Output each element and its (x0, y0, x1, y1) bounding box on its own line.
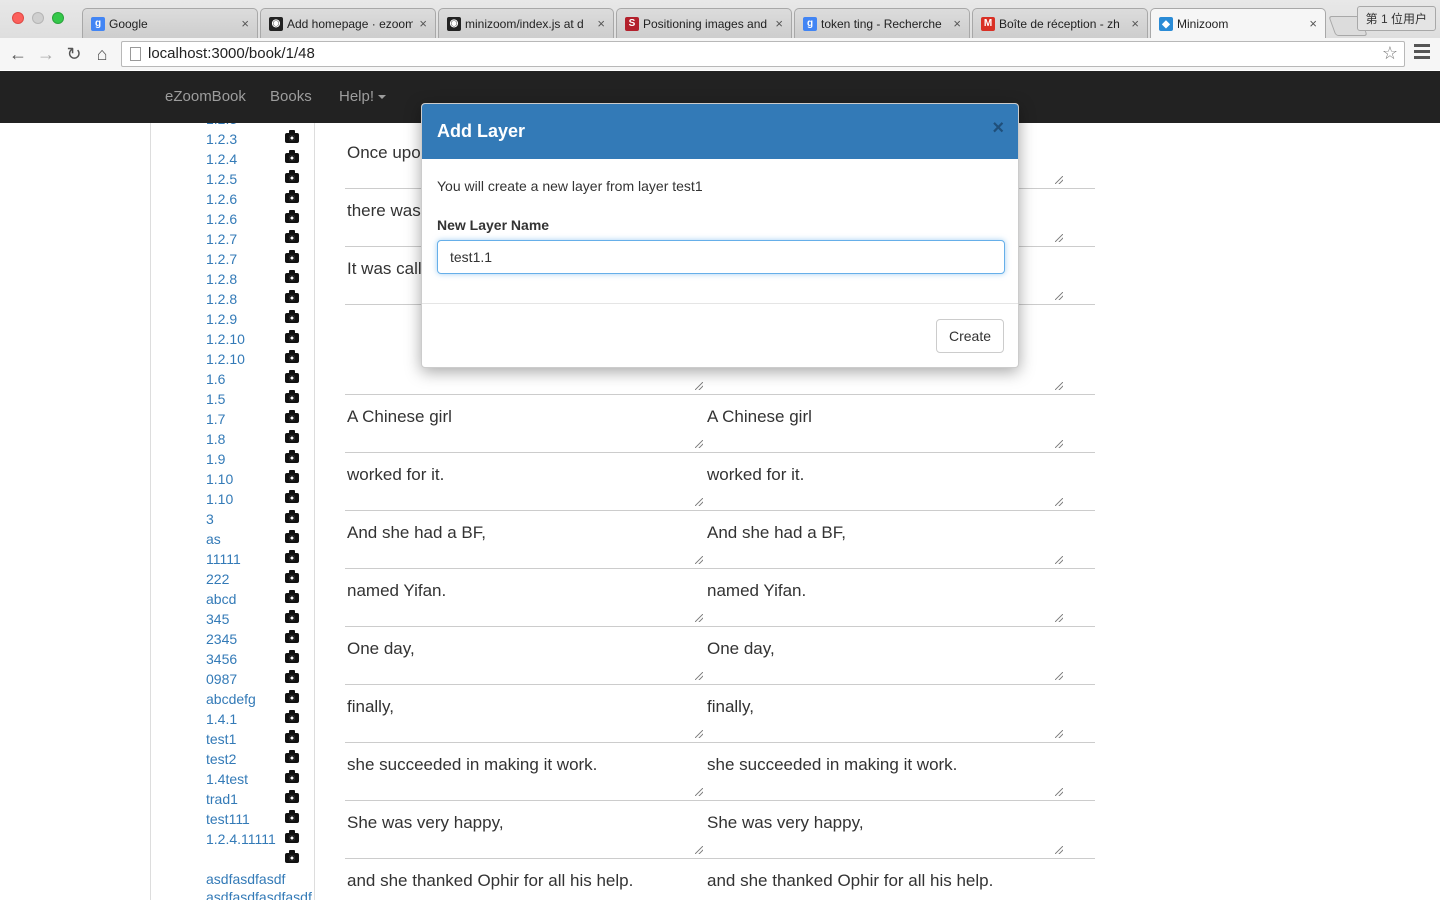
minizoom-favicon-icon: ◆ (1159, 17, 1173, 31)
tab-close-icon[interactable]: × (775, 16, 783, 31)
modal-footer: Create (422, 304, 1018, 367)
nav-help-dropdown[interactable]: Help! (339, 88, 387, 105)
chrome-menu-icon[interactable] (1414, 44, 1430, 62)
brand-link[interactable]: eZoomBook (165, 88, 246, 105)
back-arrow-icon[interactable]: ← (6, 42, 30, 66)
home-icon[interactable]: ⌂ (90, 42, 114, 66)
tab-label: Minizoom (1177, 17, 1229, 31)
modal-close-icon[interactable]: × (992, 117, 1004, 140)
add-layer-modal: Add Layer × You will create a new layer … (421, 103, 1019, 368)
tab-close-icon[interactable]: × (597, 16, 605, 31)
tab-label: token ting - Recherche (821, 16, 942, 31)
browser-tab[interactable]: ◆ Minizoom × (1150, 8, 1326, 39)
browser-toolbar: ← → ↻ ⌂ localhost:3000/book/1/48 ☆ (0, 38, 1440, 70)
tab-label: Add homepage · ezoom (287, 16, 413, 31)
github-favicon-icon: ◉ (447, 16, 461, 31)
tab-close-icon[interactable]: × (953, 16, 961, 31)
browser-tab[interactable]: M Boîte de réception - zh × (972, 8, 1148, 38)
browser-tab[interactable]: g Google × (82, 8, 258, 38)
tab-close-icon[interactable]: × (1309, 16, 1317, 31)
forward-arrow-icon[interactable]: → (34, 42, 58, 66)
close-window-button[interactable] (12, 12, 24, 24)
zoom-window-button[interactable] (52, 12, 64, 24)
address-url: localhost:3000/book/1/48 (148, 45, 315, 62)
nav-books-link[interactable]: Books (270, 88, 312, 105)
layer-name-input[interactable] (437, 240, 1005, 274)
browser-tab[interactable]: ◉ Add homepage · ezoom × (260, 8, 436, 38)
modal-body: You will create a new layer from layer t… (422, 159, 1018, 304)
browser-tab[interactable]: S Positioning images and × (616, 8, 792, 38)
browser-tab[interactable]: ◉ minizoom/index.js at d × (438, 8, 614, 38)
tab-strip: g Google × ◉ Add homepage · ezoom × ◉ minizoom/… (82, 8, 1368, 39)
scribd-favicon-icon: S (625, 16, 639, 31)
github-favicon-icon: ◉ (269, 16, 283, 31)
minimize-window-button[interactable] (32, 12, 44, 24)
google-favicon-icon: g (91, 16, 105, 31)
gmail-favicon-icon: M (981, 16, 995, 31)
create-button[interactable]: Create (935, 319, 1004, 353)
address-bar[interactable]: localhost:3000/book/1/48 ☆ (121, 41, 1405, 67)
modal-header: Add Layer × (422, 104, 1018, 159)
browser-chrome: g Google × ◉ Add homepage · ezoom × ◉ minizoom/… (0, 0, 1440, 70)
tab-label: minizoom/index.js at d (465, 16, 584, 31)
browser-tab[interactable]: g token ting - Recherche × (794, 8, 970, 38)
tab-close-icon[interactable]: × (241, 16, 249, 31)
tab-label: Google (109, 16, 148, 31)
tab-close-icon[interactable]: × (1131, 16, 1139, 31)
modal-title: Add Layer (437, 121, 526, 141)
reload-icon[interactable]: ↻ (62, 42, 86, 66)
profile-button[interactable]: 第 1 位用户 (1356, 6, 1436, 31)
modal-message: You will create a new layer from layer t… (437, 178, 703, 194)
tab-close-icon[interactable]: × (419, 16, 427, 31)
caret-down-icon (378, 95, 387, 100)
layer-name-label: New Layer Name (437, 217, 550, 233)
page-icon (130, 47, 141, 61)
google-favicon-icon: g (803, 16, 817, 31)
bookmark-star-icon[interactable]: ☆ (1382, 43, 1398, 64)
nav-help-label: Help! (339, 88, 375, 105)
tab-label: Boîte de réception - zh (999, 16, 1120, 31)
tab-label: Positioning images and (643, 16, 768, 31)
